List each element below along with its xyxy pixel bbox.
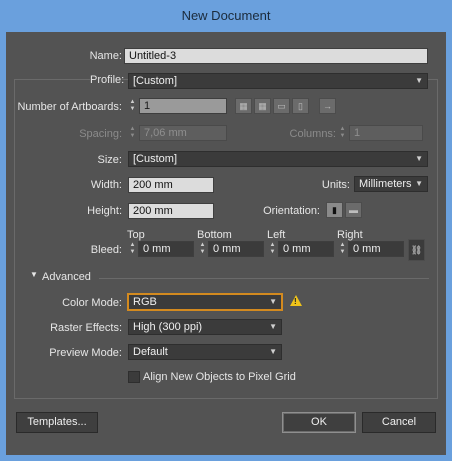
disclosure-triangle-icon[interactable]: ▼ [30,270,38,279]
artboards-label: Number of Artboards: [17,101,122,113]
preview-mode-dropdown[interactable]: Default ▼ [128,344,282,360]
preview-mode-value: Default [133,346,168,358]
artboards-input[interactable]: 1 [139,98,227,114]
advanced-toggle[interactable]: Advanced [42,271,91,283]
bleed-top-input[interactable]: 0 mm [138,241,194,257]
columns-stepper: ▲ ▼ [339,126,346,139]
chevron-down-icon: ▼ [415,76,423,85]
height-input[interactable]: 200 mm [128,203,214,219]
columns-label: Columns: [289,128,336,140]
bleed-top-stepper[interactable]: ▲ ▼ [128,242,137,256]
chevron-down-icon: ▼ [269,297,277,306]
right-to-left-icon[interactable]: → [319,98,336,114]
color-mode-value: RGB [133,296,157,308]
bleed-right-label: Right [337,229,363,241]
columns-input: 1 [349,125,423,141]
align-pixel-grid-checkbox[interactable] [128,371,140,383]
warning-icon[interactable]: ! [290,295,302,306]
grid-by-row-icon[interactable]: ▦ [235,98,252,114]
size-dropdown[interactable]: [Custom] ▼ [128,151,428,167]
profile-dropdown[interactable]: [Custom] ▼ [128,73,428,89]
width-label: Width: [90,179,122,191]
spacing-stepper: ▲ ▼ [129,126,136,139]
artboards-stepper[interactable]: ▲ ▼ [128,99,137,113]
profile-value: [Custom] [133,75,178,87]
advanced-divider [99,278,429,279]
width-input[interactable]: 200 mm [128,177,214,193]
units-value: Millimeters [359,178,412,190]
window-title: New Document [181,8,271,23]
name-input[interactable]: Untitled-3 [124,48,428,64]
bleed-left-label: Left [267,229,286,241]
bleed-right-stepper[interactable]: ▲ ▼ [338,242,347,256]
bleed-left-stepper[interactable]: ▲ ▼ [268,242,277,256]
units-dropdown[interactable]: Millimeters ▼ [354,176,428,192]
height-label: Height: [87,205,122,217]
grid-by-column-icon[interactable]: ▦ [254,98,271,114]
raster-effects-label: Raster Effects: [50,322,122,334]
align-pixel-grid-label: Align New Objects to Pixel Grid [143,371,296,383]
raster-effects-dropdown[interactable]: High (300 ppi) ▼ [128,319,282,335]
ok-button[interactable]: OK [282,412,356,433]
chevron-down-icon: ▼ [269,322,277,331]
size-value: [Custom] [133,153,178,165]
color-mode-dropdown[interactable]: RGB ▼ [128,294,282,310]
units-label: Units: [321,179,350,191]
arrange-by-row-icon[interactable]: ▭ [273,98,290,114]
arrange-by-column-icon[interactable]: ▯ [292,98,309,114]
bleed-top-label: Top [127,229,145,241]
raster-effects-value: High (300 ppi) [133,321,203,333]
landscape-icon[interactable]: ▬ [345,202,362,218]
size-label: Size: [97,154,122,166]
dialog-body: Name: Untitled-3 Profile: [Custom] ▼ Num… [6,32,446,455]
preview-mode-label: Preview Mode: [49,347,122,359]
orientation-label: Orientation: [263,205,320,217]
bleed-bottom-input[interactable]: 0 mm [208,241,264,257]
spacing-label: Spacing: [79,128,122,140]
color-mode-label: Color Mode: [62,297,122,309]
spacing-input: 7,06 mm [139,125,227,141]
new-document-window: New Document Name: Untitled-3 Profile: [… [0,0,452,461]
chevron-down-icon: ▼ [415,154,423,163]
bleed-label: Bleed: [90,244,122,256]
chain-link-icon[interactable]: ⛓ [408,239,425,261]
bleed-right-input[interactable]: 0 mm [348,241,404,257]
bleed-left-input[interactable]: 0 mm [278,241,334,257]
chevron-down-icon: ▼ [415,179,423,188]
bleed-bottom-label: Bottom [197,229,232,241]
chevron-down-icon: ▼ [269,347,277,356]
bleed-bottom-stepper[interactable]: ▲ ▼ [198,242,207,256]
templates-button[interactable]: Templates... [16,412,98,433]
profile-label: Profile: [90,74,125,86]
cancel-button[interactable]: Cancel [362,412,436,433]
name-label: Name: [89,50,122,62]
portrait-icon[interactable]: ▮ [326,202,343,218]
